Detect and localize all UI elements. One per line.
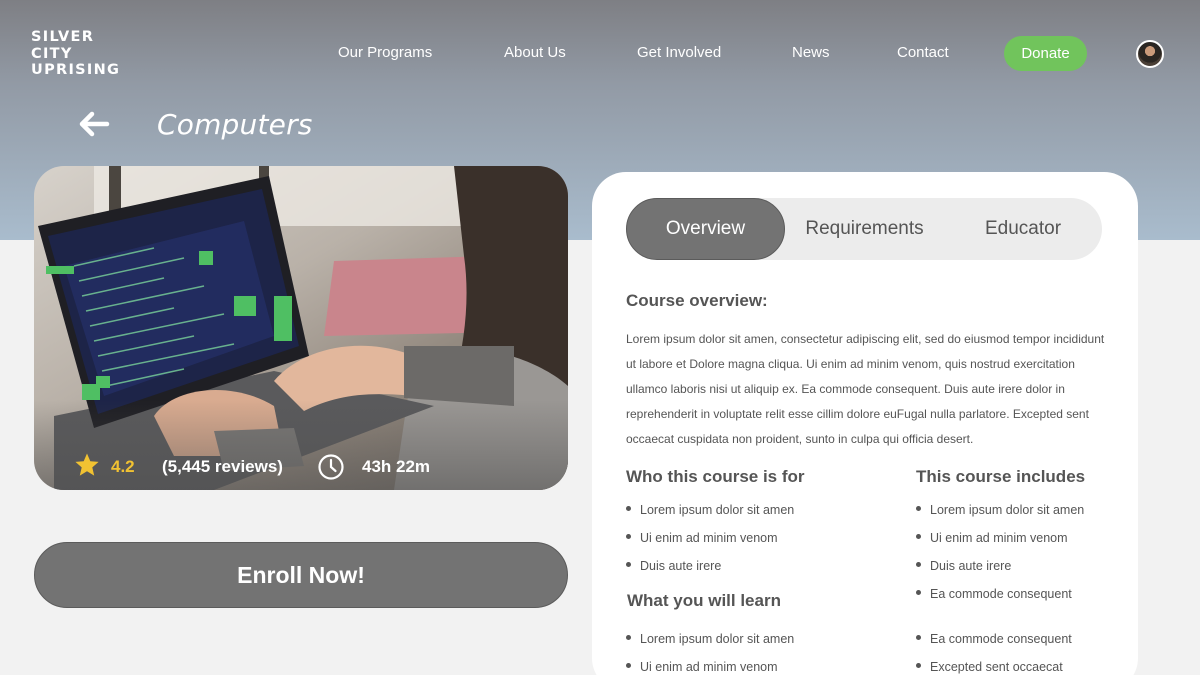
- page-title: Computers: [157, 108, 313, 141]
- overview-heading: Course overview:: [626, 291, 768, 310]
- nav-get-involved[interactable]: Get Involved: [637, 44, 721, 61]
- overview-text: Lorem ipsum dolor sit amen, consectetur …: [626, 332, 1105, 446]
- nav-about-us[interactable]: About Us: [504, 44, 566, 61]
- clock-icon: [318, 454, 344, 480]
- review-count[interactable]: (5,445 reviews): [162, 457, 283, 477]
- logo[interactable]: SILVER CITY UPRISING: [31, 29, 120, 79]
- learn-list-right: Ea commode consequent Excepted sent occa…: [916, 631, 1072, 675]
- list-item: Lorem ipsum dolor sit amen: [916, 502, 1084, 530]
- list-item: Ea commode consequent: [916, 586, 1084, 614]
- tab-requirements[interactable]: Requirements: [785, 198, 944, 260]
- list-item: Ui enim ad minim venom: [916, 530, 1084, 558]
- list-item: Lorem ipsum dolor sit amen: [626, 502, 794, 530]
- nav-news[interactable]: News: [792, 44, 830, 61]
- logo-line: CITY: [31, 45, 73, 62]
- logo-line: SILVER: [31, 29, 95, 45]
- who-for-list: Lorem ipsum dolor sit amen Ui enim ad mi…: [626, 502, 794, 586]
- learn-list-left: Lorem ipsum dolor sit amen Ui enim ad mi…: [626, 631, 794, 675]
- course-rating: 4.2: [111, 457, 135, 476]
- includes-heading: This course includes: [916, 467, 1086, 486]
- enroll-button[interactable]: Enroll Now!: [34, 542, 568, 608]
- list-item: Ui enim ad minim venom: [626, 659, 794, 675]
- tab-overview[interactable]: Overview: [626, 198, 785, 260]
- user-avatar[interactable]: [1136, 40, 1164, 68]
- list-item: Ui enim ad minim venom: [626, 530, 794, 558]
- list-item: Excepted sent occaecat: [916, 659, 1072, 675]
- list-item: Duis aute irere: [916, 558, 1084, 586]
- list-item: Lorem ipsum dolor sit amen: [626, 631, 794, 659]
- star-icon: [75, 453, 99, 476]
- logo-line: UPRISING: [31, 62, 121, 78]
- list-item: Duis aute irere: [626, 558, 794, 586]
- learn-heading: What you will learn: [627, 591, 781, 610]
- course-image: [34, 166, 568, 490]
- tab-educator[interactable]: Educator: [944, 198, 1102, 260]
- donate-button[interactable]: Donate: [1004, 36, 1087, 71]
- list-item: Ea commode consequent: [916, 631, 1072, 659]
- nav-our-programs[interactable]: Our Programs: [338, 44, 432, 61]
- nav-contact[interactable]: Contact: [897, 44, 949, 61]
- includes-list: Lorem ipsum dolor sit amen Ui enim ad mi…: [916, 502, 1084, 614]
- course-duration: 43h 22m: [362, 457, 431, 476]
- arrow-left-icon[interactable]: [78, 110, 110, 138]
- who-for-heading: Who this course is for: [626, 467, 805, 486]
